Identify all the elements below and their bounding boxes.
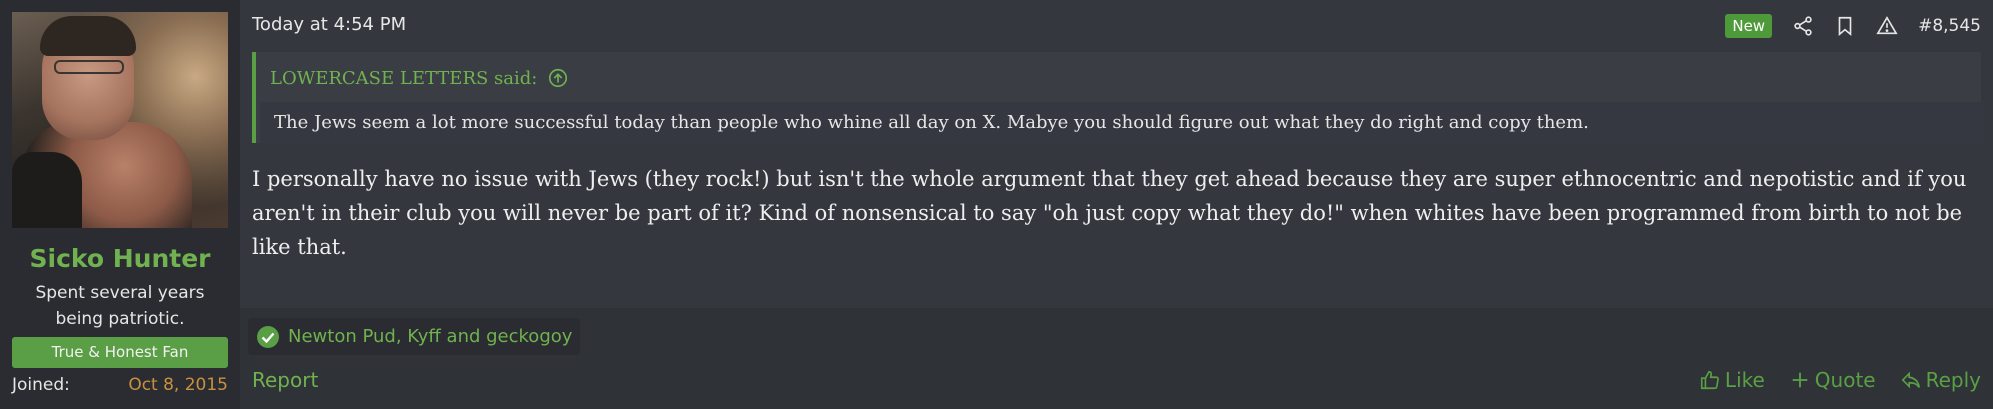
new-badge: New xyxy=(1725,14,1773,38)
like-label: Like xyxy=(1724,368,1765,392)
report-link[interactable]: Report xyxy=(252,368,318,392)
post: Sicko Hunter Spent several years being p… xyxy=(0,0,1993,409)
username[interactable]: Sicko Hunter xyxy=(0,244,240,273)
arrow-up-circle-icon[interactable] xyxy=(547,67,569,89)
post-timestamp[interactable]: Today at 4:54 PM xyxy=(252,14,406,35)
joined-date: Oct 8, 2015 xyxy=(128,375,228,395)
quote-text: The Jews seem a lot more successful toda… xyxy=(260,102,1985,143)
reply-label: Reply xyxy=(1925,368,1981,392)
quote-block: LOWERCASE LETTERS said: The Jews seem a … xyxy=(252,52,1985,143)
quote-author[interactable]: LOWERCASE LETTERS said: xyxy=(270,68,537,89)
post-header: Today at 4:54 PM New #8,545 xyxy=(252,12,1981,40)
like-button[interactable]: Like xyxy=(1699,368,1765,392)
avatar-glasses xyxy=(54,60,124,74)
post-tools: New #8,545 xyxy=(1725,12,1981,40)
check-circle-icon xyxy=(256,325,280,349)
warning-icon[interactable] xyxy=(1876,15,1898,37)
reply-button[interactable]: Reply xyxy=(1900,368,1981,392)
avatar-shirt xyxy=(12,152,82,228)
avatar[interactable] xyxy=(12,12,228,228)
reply-icon xyxy=(1901,371,1920,389)
reaction-users[interactable]: Newton Pud, Kyff and geckogoy xyxy=(288,326,572,347)
bookmark-icon[interactable] xyxy=(1834,15,1856,37)
avatar-hair xyxy=(40,16,136,56)
post-message: I personally have no issue with Jews (th… xyxy=(252,167,1967,259)
joined-label: Joined: xyxy=(12,375,70,395)
post-number[interactable]: #8,545 xyxy=(1918,16,1981,36)
quote-label: Quote xyxy=(1814,368,1876,392)
user-panel: Sicko Hunter Spent several years being p… xyxy=(0,0,240,409)
post-actions: Like Quote Reply xyxy=(1675,368,1981,392)
user-banner: True & Honest Fan xyxy=(12,337,228,368)
quote-button[interactable]: Quote xyxy=(1789,368,1876,392)
plus-icon xyxy=(1792,372,1808,388)
reactions-bar[interactable]: Newton Pud, Kyff and geckogoy xyxy=(248,318,581,355)
thumbs-up-icon xyxy=(1700,370,1719,390)
post-footer: Newton Pud, Kyff and geckogoy Report Lik… xyxy=(240,308,1993,409)
share-icon[interactable] xyxy=(1792,15,1814,37)
quote-header: LOWERCASE LETTERS said: xyxy=(270,66,569,90)
user-title: Spent several years being patriotic. xyxy=(35,283,205,329)
